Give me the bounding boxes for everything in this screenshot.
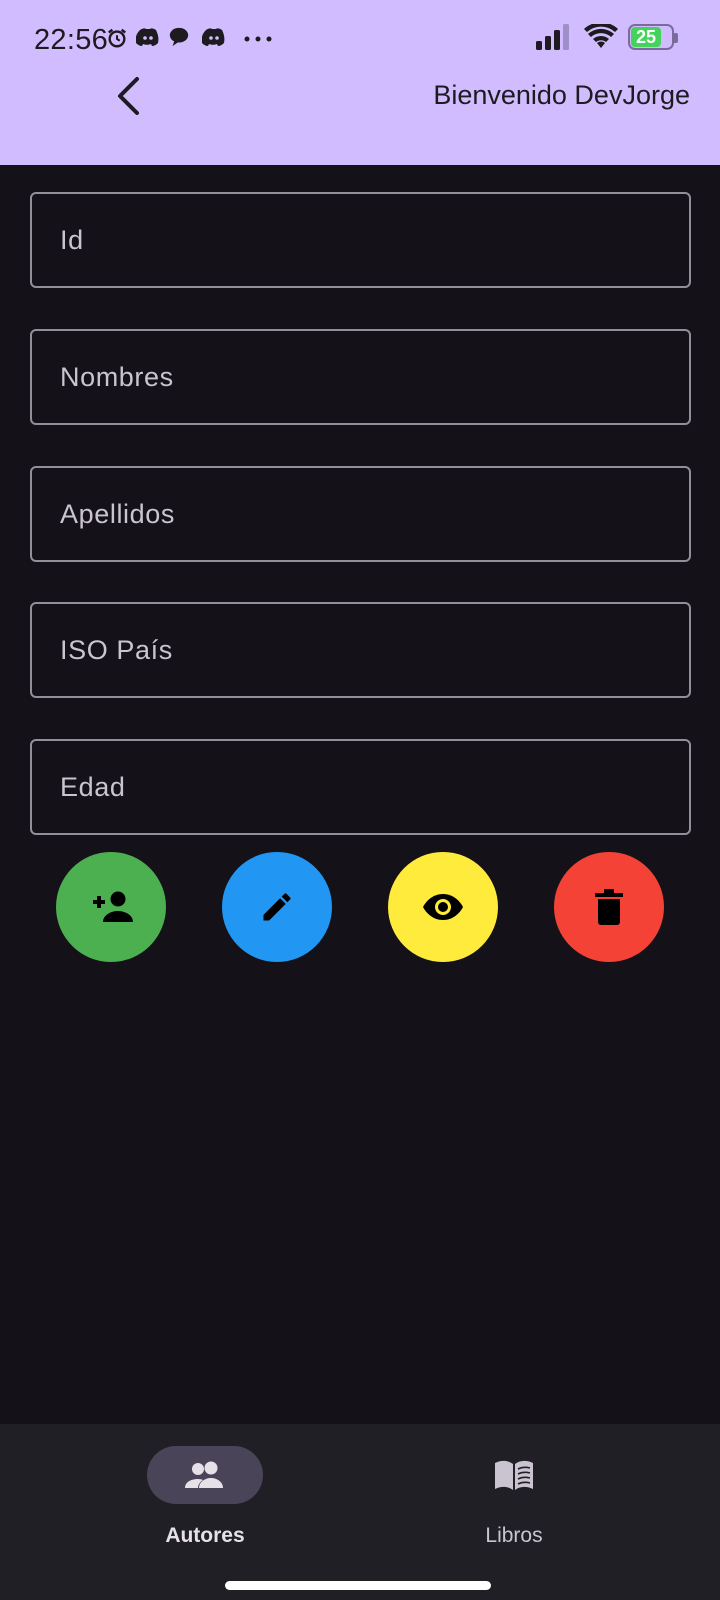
edad-field[interactable] xyxy=(30,739,691,835)
view-author-button[interactable] xyxy=(388,852,498,962)
app-bar: 22:56 25 Bienvenido DevJorge xyxy=(0,0,720,165)
nombres-field[interactable] xyxy=(30,329,691,425)
apellidos-field[interactable] xyxy=(30,466,691,562)
edad-input[interactable] xyxy=(32,741,689,833)
edit-pencil-icon xyxy=(263,893,291,921)
alarm-icon xyxy=(108,28,126,48)
nav-item-libros[interactable]: Libros xyxy=(399,1446,629,1566)
nav-label-libros: Libros xyxy=(485,1524,543,1547)
delete-icon xyxy=(595,889,623,925)
iso-pais-field[interactable] xyxy=(30,602,691,698)
back-button[interactable] xyxy=(106,72,150,120)
eye-icon xyxy=(423,894,463,920)
back-arrow-icon xyxy=(118,77,139,115)
nav-label-autores: Autores xyxy=(165,1524,245,1547)
id-field[interactable] xyxy=(30,192,691,288)
signal-icon xyxy=(536,24,569,50)
add-author-button[interactable] xyxy=(56,852,166,962)
screen: 22:56 25 Bienvenido DevJorge Id Nombres … xyxy=(0,0,720,1600)
nav-item-autores[interactable]: Autores xyxy=(90,1446,320,1566)
more-notifications-icon xyxy=(244,36,272,42)
discord-icon xyxy=(136,28,159,46)
iso-pais-input[interactable] xyxy=(32,604,689,696)
status-time: 22:56 xyxy=(34,24,109,56)
chat-bubble-icon xyxy=(169,27,189,47)
nav-indicator-active xyxy=(147,1446,263,1504)
nav-indicator xyxy=(456,1446,572,1504)
battery-level: 25 xyxy=(631,27,661,47)
wifi-icon xyxy=(584,24,618,48)
add-person-icon xyxy=(93,891,133,922)
bottom-navigation: Autores Libros xyxy=(0,1424,720,1600)
delete-author-button[interactable] xyxy=(554,852,664,962)
apellidos-input[interactable] xyxy=(32,468,689,560)
book-icon xyxy=(495,1460,533,1490)
nombres-input[interactable] xyxy=(32,331,689,423)
page-title: Bienvenido DevJorge xyxy=(433,80,690,110)
home-indicator[interactable] xyxy=(225,1581,491,1590)
id-input[interactable] xyxy=(32,194,689,286)
status-right: 25 xyxy=(536,24,678,50)
discord-icon-2 xyxy=(202,28,225,46)
edit-author-button[interactable] xyxy=(222,852,332,962)
people-icon xyxy=(185,1461,223,1488)
battery-icon: 25 xyxy=(628,24,678,50)
